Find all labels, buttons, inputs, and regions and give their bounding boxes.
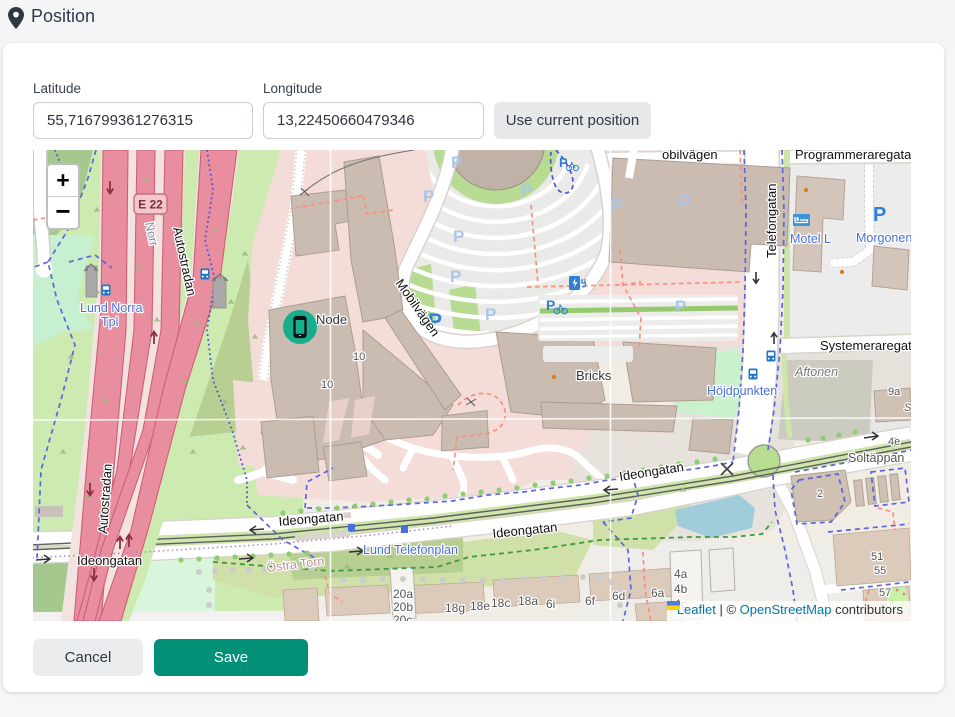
svg-text:18a: 18a (518, 594, 538, 608)
svg-text:18e: 18e (470, 599, 490, 613)
svg-text:S: S (904, 402, 911, 414)
svg-text:E 22: E 22 (138, 198, 163, 212)
svg-text:Node: Node (316, 312, 347, 327)
svg-text:Motel L: Motel L (790, 232, 831, 246)
svg-text:P: P (521, 181, 532, 200)
svg-text:57: 57 (879, 587, 891, 599)
svg-text:P: P (873, 204, 886, 226)
svg-text:P: P (450, 267, 461, 286)
svg-text:4b: 4b (674, 582, 688, 596)
svg-text:Tpl: Tpl (101, 315, 118, 329)
svg-text:Höjdpunkten: Höjdpunkten (707, 384, 777, 398)
svg-text:Lund Telefonplan: Lund Telefonplan (363, 543, 458, 557)
svg-text:55: 55 (874, 565, 886, 577)
svg-text:6i: 6i (546, 597, 555, 611)
svg-text:P: P (451, 153, 462, 172)
svg-text:18c: 18c (491, 596, 510, 610)
svg-text:6a: 6a (651, 586, 665, 600)
svg-text:20c: 20c (393, 613, 412, 621)
svg-text:Ideongatan: Ideongatan (77, 553, 142, 568)
svg-text:4e: 4e (888, 436, 900, 448)
svg-text:Systemeraregata: Systemeraregata (820, 338, 911, 353)
svg-text:2: 2 (817, 488, 823, 500)
svg-text:obilvägen: obilvägen (662, 150, 718, 162)
svg-text:6d: 6d (612, 589, 625, 603)
svg-text:9a: 9a (888, 386, 901, 398)
svg-text:P: P (675, 297, 686, 316)
svg-text:51: 51 (871, 551, 883, 563)
svg-text:P: P (610, 196, 623, 217)
svg-text:4a: 4a (674, 567, 688, 581)
svg-text:18g: 18g (445, 601, 465, 615)
svg-text:P: P (423, 187, 434, 206)
svg-text:Programmeraregatan: Programmeraregatan (795, 150, 911, 162)
svg-text:Aftonen: Aftonen (794, 365, 838, 379)
svg-text:P: P (453, 227, 464, 246)
svg-text:P: P (485, 305, 496, 324)
svg-text:Lund Norra: Lund Norra (80, 301, 143, 315)
svg-text:10: 10 (353, 351, 365, 363)
svg-text:20b: 20b (393, 600, 413, 614)
svg-text:20a: 20a (393, 587, 413, 601)
svg-text:P: P (678, 192, 691, 213)
svg-text:10: 10 (321, 379, 333, 391)
svg-text:6f: 6f (585, 594, 596, 608)
svg-text:Soltäppan: Soltäppan (848, 451, 904, 465)
svg-text:Telefongatan: Telefongatan (764, 184, 779, 258)
svg-text:Bricks: Bricks (576, 368, 612, 383)
svg-text:Morgonen: Morgonen (856, 231, 911, 245)
